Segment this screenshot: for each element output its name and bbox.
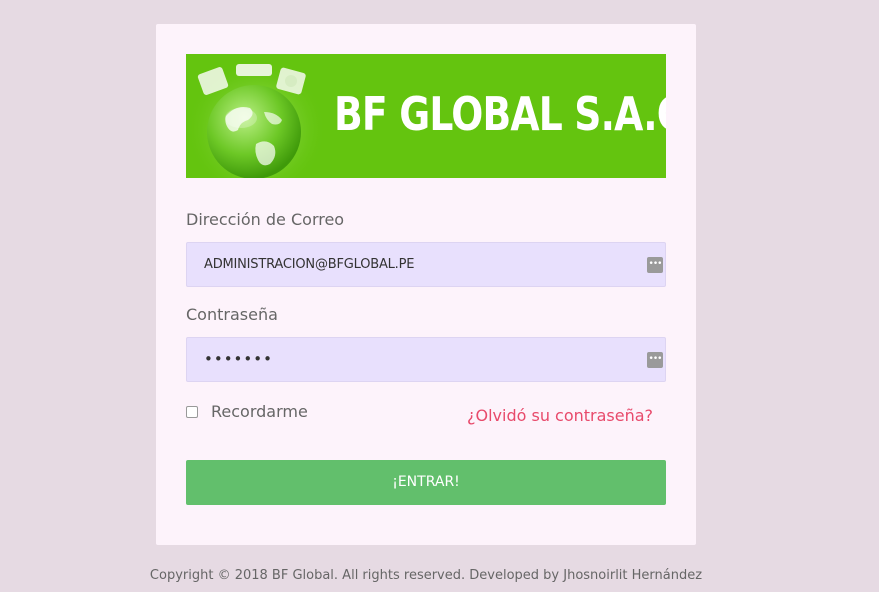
remember-checkbox[interactable] <box>186 405 198 418</box>
password-label: Contraseña <box>186 305 278 324</box>
remember-label: Recordarme <box>211 402 308 421</box>
login-card: BF GLOBAL S.A.C. Dirección de Correo ADM… <box>156 24 696 545</box>
brand-title: BF GLOBAL S.A.C. <box>334 87 666 141</box>
ellipsis-key-icon[interactable]: ••• <box>647 257 663 273</box>
email-field[interactable]: ADMINISTRACION@BFGLOBAL.PE ••• <box>186 242 666 287</box>
remember-me[interactable]: Recordarme <box>186 402 308 421</box>
ellipsis-key-icon[interactable]: ••• <box>647 352 663 368</box>
password-value: ••••••• <box>204 350 273 368</box>
email-label: Dirección de Correo <box>186 210 345 229</box>
login-button[interactable]: ¡ENTRAR! <box>186 460 666 505</box>
brand-banner: BF GLOBAL S.A.C. <box>186 54 666 178</box>
forgot-password-link[interactable]: ¿Olvidó su contraseña? <box>467 406 653 425</box>
email-value: ADMINISTRACION@BFGLOBAL.PE <box>204 257 415 272</box>
footer-copyright: Copyright © 2018 BF Global. All rights r… <box>149 568 703 583</box>
password-field[interactable]: ••••••• ••• <box>186 337 666 382</box>
